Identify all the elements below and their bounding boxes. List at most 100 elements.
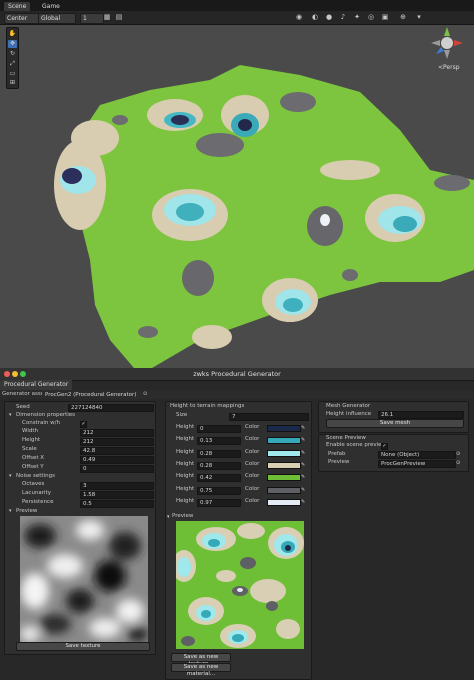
snap-settings-icon[interactable]: ▤ xyxy=(114,13,124,22)
tool-palette: ✋ ✥ ↻ ⤢ ▭ ⊞ xyxy=(6,27,19,89)
water-deep xyxy=(238,119,252,131)
prefab-label: Prefab xyxy=(328,451,346,457)
persistence-input[interactable]: 0.5 xyxy=(80,500,154,508)
draw-mode-icon[interactable]: ◉ xyxy=(294,13,304,22)
tab-game[interactable]: Game xyxy=(38,2,64,11)
mapping-height-input[interactable]: 0.13 xyxy=(197,437,241,446)
mapping-color-swatch[interactable] xyxy=(267,449,301,457)
size-input[interactable]: 7 xyxy=(229,413,309,421)
mapping-height-input[interactable]: 0 xyxy=(197,425,241,433)
rock xyxy=(112,115,128,125)
eyedropper-icon[interactable]: ✎ xyxy=(301,425,306,431)
snap-value: 1 xyxy=(83,15,87,22)
height-influence-input[interactable]: 26.1 xyxy=(378,411,464,419)
scale-input[interactable]: 42.8 xyxy=(80,447,154,455)
eyedropper-icon[interactable]: ✎ xyxy=(301,474,306,480)
hidden-objects-icon[interactable]: ◎ xyxy=(366,13,376,22)
rock xyxy=(182,260,214,296)
mapping-color-label: Color xyxy=(245,448,260,455)
rotate-tool-icon[interactable]: ↻ xyxy=(8,50,17,58)
snow xyxy=(320,214,330,226)
mapping-color-swatch[interactable] xyxy=(267,486,301,494)
width-input[interactable]: 212 xyxy=(80,429,154,437)
seed-value: 227124840 xyxy=(71,405,103,411)
eyedropper-icon[interactable]: ✎ xyxy=(301,437,306,443)
mapping-color-swatch[interactable] xyxy=(267,425,301,432)
mapping-height-input[interactable]: 0.42 xyxy=(197,474,241,483)
offsetx-input[interactable]: 0.49 xyxy=(80,456,154,464)
space-dropdown[interactable]: Global xyxy=(38,13,76,24)
mapping-color-swatch[interactable] xyxy=(267,437,301,445)
move-tool-icon[interactable]: ✥ xyxy=(8,40,17,48)
fold-arrow-icon[interactable]: ▾ xyxy=(9,473,12,479)
mapping-height-input[interactable]: 0.75 xyxy=(197,486,241,495)
lacunarity-label: Lacunarity xyxy=(22,490,52,496)
mapping-color-swatch[interactable] xyxy=(267,474,301,482)
mapping-height-input[interactable]: 0.97 xyxy=(197,498,241,507)
eyedropper-icon[interactable]: ✎ xyxy=(301,499,306,505)
fold-arrow-icon[interactable]: ▾ xyxy=(9,412,12,418)
mapping-color-label: Color xyxy=(245,473,260,480)
rock xyxy=(280,92,316,112)
scene-toolbar: Center Global 1 ▦ ▤ ◉ ◐ ● ♪ ✦ ◎ ▣ ⊕ ▾ xyxy=(0,11,474,25)
noise-header[interactable]: Noise settings xyxy=(16,473,55,480)
object-picker-icon[interactable]: ⊙ xyxy=(456,460,461,466)
terrain-mesh[interactable] xyxy=(0,20,474,368)
scale-tool-icon[interactable]: ⤢ xyxy=(8,60,17,68)
save-new-texture-button[interactable]: Save as new texture... xyxy=(171,653,231,667)
gizmos-icon[interactable]: ⊕ xyxy=(398,13,408,22)
seed-input[interactable]: 227124840 xyxy=(68,404,154,412)
dimension-header[interactable]: Dimension properties xyxy=(16,412,75,419)
view-options-icon[interactable]: ▾ xyxy=(414,13,424,22)
lighting-icon[interactable]: ● xyxy=(324,13,334,22)
mapping-color-swatch[interactable] xyxy=(267,498,301,506)
fold-arrow-icon[interactable]: ▾ xyxy=(9,508,12,514)
snap-field[interactable]: 1 xyxy=(80,13,104,24)
tab-scene[interactable]: Scene xyxy=(4,2,31,11)
persistence-label: Persistence xyxy=(22,499,54,505)
preview-object-value: ProcGenPreview xyxy=(381,461,426,467)
height-influence-label: Height influence xyxy=(326,411,372,417)
eyedropper-icon[interactable]: ✎ xyxy=(301,450,306,456)
save-mesh-button[interactable]: Save mesh xyxy=(326,419,464,428)
mapping-height-input[interactable]: 0.28 xyxy=(197,461,241,470)
offsety-input[interactable]: 0 xyxy=(80,465,154,473)
octaves-input[interactable]: 3 xyxy=(80,482,154,490)
save-new-material-button[interactable]: Save as new material... xyxy=(171,663,231,677)
lacunarity-input[interactable]: 1.58 xyxy=(80,491,154,499)
camera-icon[interactable]: ▣ xyxy=(380,13,390,22)
rect-tool-icon[interactable]: ▭ xyxy=(8,70,17,78)
pivot-dropdown[interactable]: Center xyxy=(4,13,40,24)
fold-arrow-icon[interactable]: ▾ xyxy=(167,514,170,520)
audio-icon[interactable]: ♪ xyxy=(338,13,348,22)
offsetx-value: 0.49 xyxy=(83,457,96,463)
transform-tool-icon[interactable]: ⊞ xyxy=(8,79,17,87)
octaves-value: 3 xyxy=(83,483,87,489)
preview-object-field[interactable]: ProcGenPreview xyxy=(378,460,456,468)
eyedropper-icon[interactable]: ✎ xyxy=(301,462,306,468)
save-texture-button[interactable]: Save texture xyxy=(16,642,150,651)
enable-preview-checkbox[interactable]: ✓ xyxy=(381,443,388,450)
orientation-gizmo-icon[interactable] xyxy=(430,26,464,60)
mapping-color-swatch[interactable] xyxy=(267,461,301,469)
scene-view[interactable]: Scene Game Center Global 1 ▦ ▤ ◉ ◐ ● ♪ ✦… xyxy=(0,0,474,368)
size-label: Size xyxy=(176,412,188,418)
prefab-field[interactable]: None (Object) xyxy=(378,451,456,459)
grid-icon[interactable]: ▦ xyxy=(102,13,112,22)
height-input[interactable]: 212 xyxy=(80,438,154,446)
preview-header[interactable]: Preview xyxy=(16,508,37,515)
2d-toggle-icon[interactable]: ◐ xyxy=(310,13,320,22)
asset-field[interactable]: ProcGen2 (Procedural Generator) xyxy=(42,391,142,399)
color-preview-header[interactable]: Preview xyxy=(172,513,193,520)
tab-procedural-generator[interactable]: Procedural Generator xyxy=(0,380,73,390)
mapping-color-label: Color xyxy=(245,485,260,492)
mapping-height-input[interactable]: 0.28 xyxy=(197,449,241,458)
object-picker-icon[interactable]: ⊙ xyxy=(143,391,148,397)
object-picker-icon[interactable]: ⊙ xyxy=(456,451,461,457)
effects-icon[interactable]: ✦ xyxy=(352,13,362,22)
eyedropper-icon[interactable]: ✎ xyxy=(301,487,306,493)
tab-label: Procedural Generator xyxy=(4,381,69,388)
hand-tool-icon[interactable]: ✋ xyxy=(8,30,17,38)
constrain-checkbox[interactable]: ✓ xyxy=(80,421,87,428)
persp-label[interactable]: <Persp xyxy=(438,64,460,71)
